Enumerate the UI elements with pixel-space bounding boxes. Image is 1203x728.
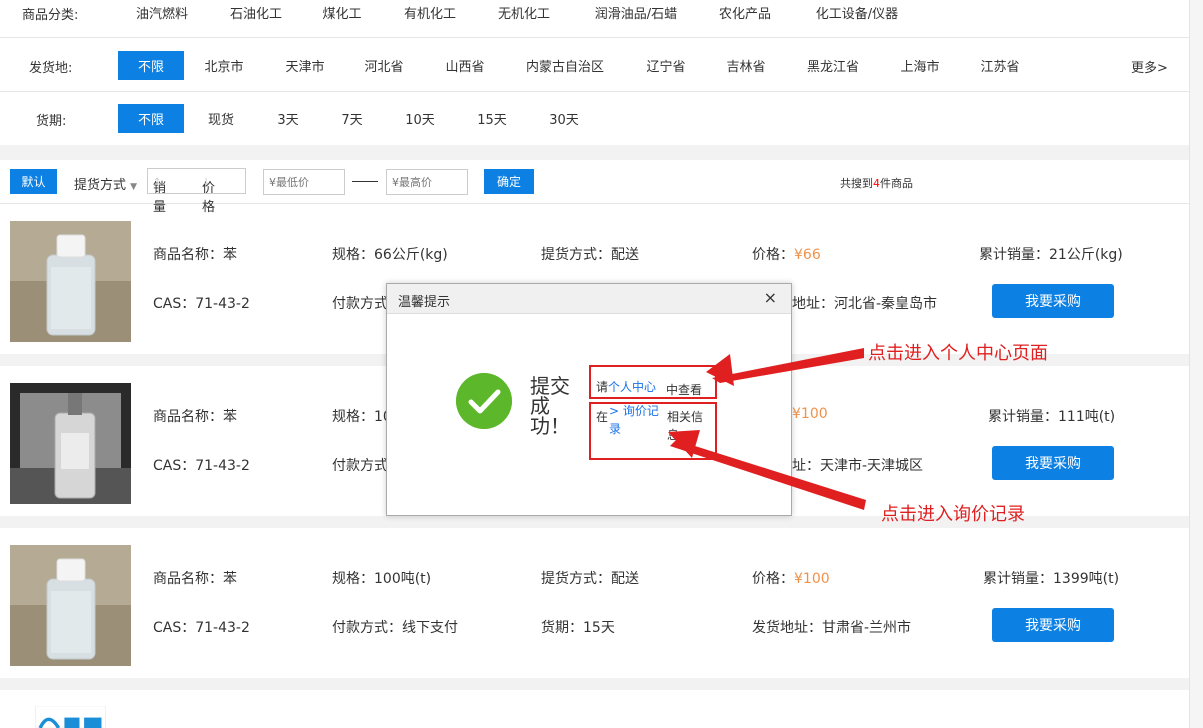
section-divider (0, 145, 1189, 160)
product-cas: CAS：71-43-2 (153, 296, 250, 312)
product-price-cell: 价格：¥100 (752, 568, 830, 588)
annotation-personal-center: 点击进入个人中心页面 (868, 343, 1048, 364)
delivery-option[interactable]: 现货 (204, 104, 238, 133)
category-option[interactable]: 农化产品 (715, 0, 775, 24)
delivery-filter-row: 货期: 不限 现货 3天 7天 10天 15天 30天 (0, 92, 1189, 145)
category-option[interactable]: 石油化工 (226, 0, 286, 24)
arrow-up-icon: ↑ (153, 177, 162, 188)
dialog-title: 温馨提示 (398, 295, 451, 310)
product-sales: 累计销量：111吨(t) (988, 409, 1116, 425)
product-address: 址：天津市-天津城区 (792, 458, 924, 474)
product-image (10, 383, 131, 504)
product-address: 发货地址：甘肃省-兰州市 (752, 620, 912, 636)
category-filter-row: 商品分类: 油汽燃料 石油化工 煤化工 有机化工 无机化工 润滑油品/石蜡 农化… (0, 0, 1189, 38)
origin-option[interactable]: 山西省 (441, 51, 489, 80)
origin-option[interactable]: 辽宁省 (642, 51, 690, 80)
close-icon[interactable]: × (764, 288, 777, 307)
product-sales: 累计销量：1399吨(t) (983, 571, 1120, 587)
sort-bar: 默认 提货方式 ▼ 销量↑ 价格↓ 确定 共搜到4件商品 (0, 160, 1189, 215)
product-image (10, 545, 131, 666)
sort-default-button[interactable]: 默认 (10, 169, 57, 194)
highlight-box (589, 402, 717, 460)
origin-option[interactable]: 河北省 (360, 51, 408, 80)
product-search-page: 商品分类: 油汽燃料 石油化工 煤化工 有机化工 无机化工 润滑油品/石蜡 农化… (0, 0, 1203, 728)
section-divider (0, 678, 1189, 690)
product-price: ¥100 (794, 571, 830, 587)
result-prefix: 共搜到 (840, 177, 873, 190)
chevron-down-icon: ▼ (130, 182, 138, 192)
result-count: 共搜到4件商品 (840, 175, 913, 191)
sort-pickup-label: 提货方式 (74, 178, 127, 193)
sort-pickup-dropdown[interactable]: 提货方式 ▼ (74, 174, 137, 193)
origin-option[interactable]: 天津市 (281, 51, 329, 80)
product-spec: 规格：10 (332, 409, 392, 425)
sort-box: 销量 ↑ 价格 ↓ (147, 168, 246, 215)
origin-option[interactable]: 江苏省 (976, 51, 1024, 80)
result-suffix: 件商品 (880, 177, 913, 190)
category-label: 商品分类: (22, 8, 79, 23)
delivery-option[interactable]: 30天 (544, 104, 584, 133)
category-option[interactable]: 润滑油品/石蜡 (588, 0, 684, 24)
product-payment: 付款方式 (332, 296, 388, 312)
product-price: ¥100 (792, 406, 828, 422)
product-price-cell: 价格：¥66 (752, 244, 821, 264)
more-origins-link[interactable]: 更多> (1131, 57, 1168, 76)
category-option[interactable]: 煤化工 (318, 0, 366, 24)
product-card: 商品名称：苯 CAS：71-43-2 规格：100吨(t) 付款方式：线下支付 … (0, 528, 1189, 678)
dialog-header: 温馨提示 × (387, 284, 791, 314)
product-cas: CAS：71-43-2 (153, 458, 250, 474)
annotation-inquiry-records: 点击进入询价记录 (881, 504, 1025, 525)
product-name: 商品名称：苯 (153, 247, 237, 263)
product-price: ¥66 (794, 247, 821, 263)
product-card (0, 690, 1189, 728)
buy-button[interactable]: 我要采购 (992, 608, 1114, 642)
origin-option-selected[interactable]: 不限 (118, 51, 184, 80)
buy-button[interactable]: 我要采购 (992, 446, 1114, 480)
range-dash (352, 181, 378, 182)
delivery-option-selected[interactable]: 不限 (118, 104, 184, 133)
category-option[interactable]: 油汽燃料 (132, 0, 192, 24)
category-option[interactable]: 有机化工 (400, 0, 460, 24)
category-option[interactable]: 无机化工 (494, 0, 554, 24)
product-payment: 付款方式：线下支付 (332, 620, 458, 636)
product-delivery: 货期：15天 (541, 620, 615, 636)
product-name: 商品名称：苯 (153, 409, 237, 425)
origin-option[interactable]: 内蒙古自治区 (520, 51, 610, 80)
confirm-button[interactable]: 确定 (484, 169, 534, 194)
arrow-down-icon: ↓ (202, 177, 211, 188)
delivery-option[interactable]: 3天 (272, 104, 304, 133)
product-name: 商品名称：苯 (153, 571, 237, 587)
buy-button[interactable]: 我要采购 (992, 284, 1114, 318)
delivery-option[interactable]: 10天 (400, 104, 440, 133)
price-label: 价格： (752, 571, 794, 587)
min-price-input[interactable] (263, 169, 345, 195)
origin-option[interactable]: 上海市 (896, 51, 944, 80)
product-spec: 规格：100吨(t) (332, 571, 432, 587)
product-address: 地址：河北省-秦皇岛市 (792, 296, 938, 312)
product-sales: 累计销量：21公斤(kg) (979, 247, 1123, 263)
origin-option[interactable]: 黑龙江省 (802, 51, 864, 80)
product-spec: 规格：66公斤(kg) (332, 247, 448, 263)
product-pickup: 提货方式：配送 (541, 571, 639, 587)
delivery-option[interactable]: 15天 (472, 104, 512, 133)
price-label: 价格： (752, 247, 794, 263)
product-pickup: 提货方式：配送 (541, 247, 639, 263)
success-message: 提交成功！ (530, 374, 570, 438)
success-dialog: 温馨提示 × 提交成功！ 请个人中心 中查看 在 > 询价记录 相关信息 (386, 283, 792, 516)
result-number: 4 (873, 177, 880, 190)
product-image (10, 221, 131, 342)
product-image (35, 706, 106, 728)
origin-filter-row: 发货地: 不限 北京市 天津市 河北省 山西省 内蒙古自治区 辽宁省 吉林省 黑… (0, 39, 1189, 92)
delivery-option[interactable]: 7天 (336, 104, 368, 133)
product-cas: CAS：71-43-2 (153, 620, 250, 636)
max-price-input[interactable] (386, 169, 468, 195)
category-option[interactable]: 化工设备/仪器 (810, 0, 904, 24)
product-payment: 付款方式 (332, 458, 388, 474)
check-circle-icon (456, 373, 512, 429)
origin-option[interactable]: 北京市 (200, 51, 248, 80)
scrollbar[interactable] (1189, 0, 1203, 728)
highlight-box (589, 365, 717, 399)
origin-option[interactable]: 吉林省 (722, 51, 770, 80)
